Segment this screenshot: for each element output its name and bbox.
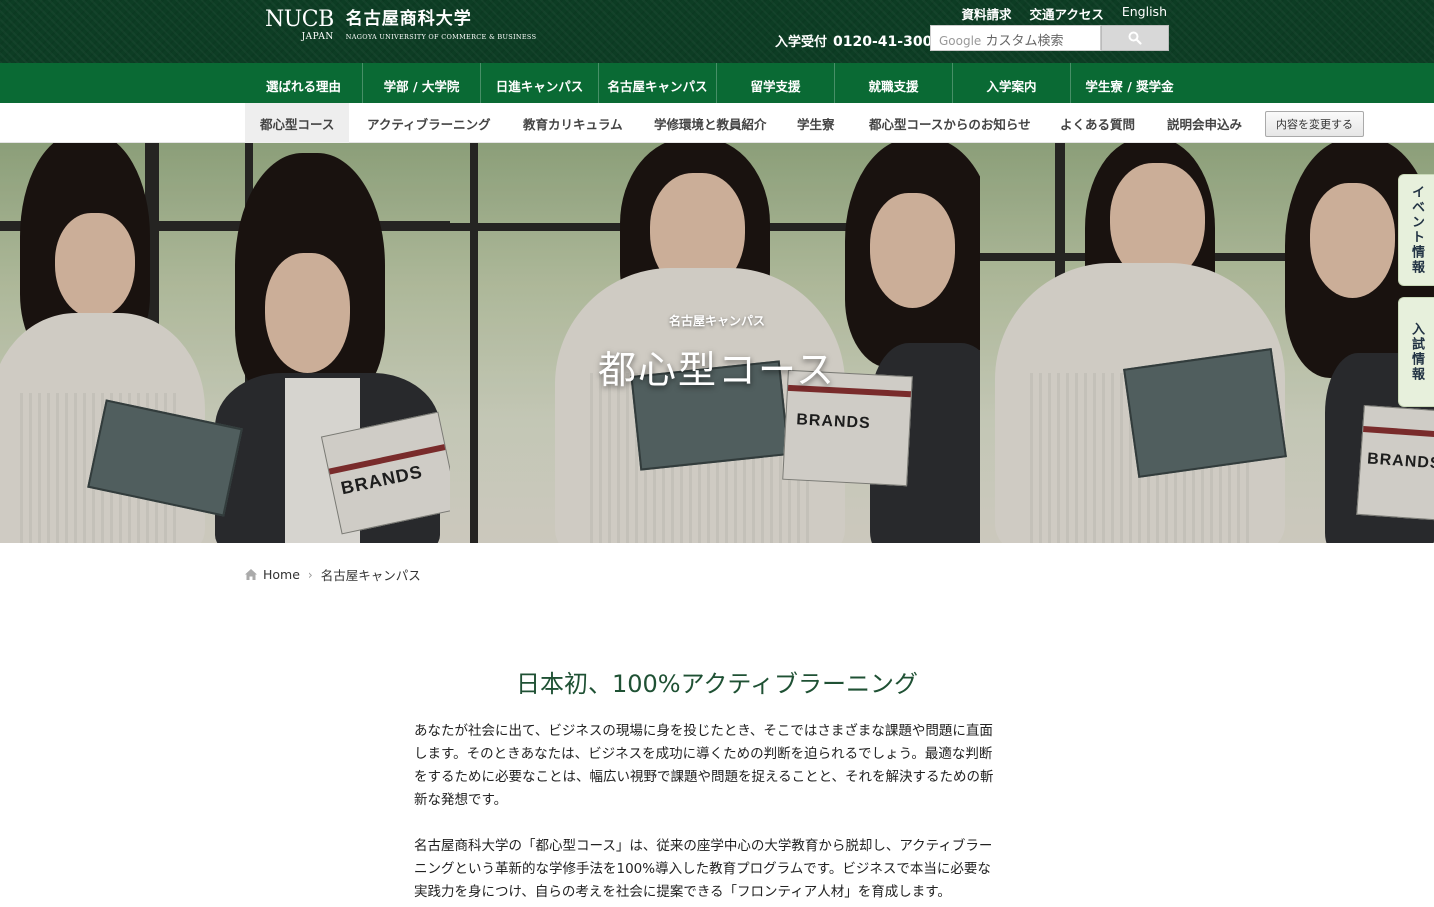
english-link[interactable]: English [1122,4,1167,23]
side-tab-admissions[interactable]: 入試情報 [1398,297,1434,407]
subnav-active-learning[interactable]: アクティブラーニング [367,103,491,143]
paragraph-line: します。そのときあなたは、ビジネスを成功に導くための判断を迫られるでしょう。最適… [414,746,993,762]
nav-nagoya-campus[interactable]: 名古屋キャンパス [598,63,716,103]
breadcrumb: Home › 名古屋キャンパス [245,565,421,584]
subnav-curriculum[interactable]: 教育カリキュラム [523,103,623,143]
hero-title: 都心型コース [597,348,837,392]
intro-paragraph-1: あなたが社会に出て、ビジネスの現場に身を投じたとき、そこではさまざまな課題や問題… [414,720,1024,812]
subnav-dormitory[interactable]: 学生寮 [797,103,835,143]
nav-study-abroad[interactable]: 留学支援 [716,63,834,103]
section-heading: 日本初、100%アクティブラーニング [516,670,918,698]
subnav-news[interactable]: 都心型コースからのお知らせ [869,103,1031,143]
nav-label: 名古屋キャンパス [607,78,708,94]
paragraph-line: 実践力を身につけ、自らの考えを社会に提案できる「フロンティア人材」を育成します。 [414,884,951,900]
breadcrumb-current: 名古屋キャンパス [320,568,421,583]
side-tab-label: イベント情報 [1409,185,1424,275]
nav-label: 学部 / 大学院 [383,78,460,94]
search-brand: Google [939,34,982,48]
paragraph-line: ニングという革新的な学修手法を100%導入した教育プログラムです。ビジネスで本当… [414,861,991,877]
nav-faculties[interactable]: 学部 / 大学院 [362,63,480,103]
logo-university-name: 名古屋商科大学 [345,9,472,29]
admissions-phone: 入学受付 0120-41-3006 [775,31,942,50]
nav-nisshin-campus[interactable]: 日進キャンパス [480,63,598,103]
paragraph-line: あなたが社会に出て、ビジネスの現場に身を投じたとき、そこではさまざまな課題や問題… [414,723,993,739]
nav-label: 入学案内 [986,78,1037,94]
search-button[interactable] [1101,25,1169,51]
search-icon [1128,31,1142,45]
logo-text: 名古屋商科大学 NAGOYA UNIVERSITY OF COMMERCE & … [346,8,537,42]
top-header: NUCB JAPAN 名古屋商科大学 NAGOYA UNIVERSITY OF … [0,0,1434,63]
search-box: Google カスタム検索 [930,25,1170,51]
subnav-environment-faculty[interactable]: 学修環境と教員紹介 [654,103,767,143]
nav-label: 留学支援 [750,78,801,94]
home-icon [245,569,257,580]
subnav-urban-course[interactable]: 都心型コース [245,103,350,143]
nav-label: 選ばれる理由 [265,78,341,94]
nav-dormitory-scholarship[interactable]: 学生寮 / 奨学金 [1070,63,1188,103]
nav-label: 日進キャンパス [495,78,584,94]
hero-subtitle: 名古屋キャンパス [668,314,765,328]
nav-why-chosen[interactable]: 選ばれる理由 [245,63,362,103]
paragraph-line: をするために必要なことは、幅広い視野で課題や問題を捉えることと、それを解決するた… [414,769,994,785]
logo-university-name-en: NAGOYA UNIVERSITY OF COMMERCE & BUSINESS [345,33,537,41]
paragraph-line: 名古屋商科大学の「都心型コース」は、従来の座学中心の大学教育から脱却し、アクティ… [414,838,993,854]
utility-links: 資料請求 交通アクセス English [943,4,1167,23]
nav-label: 就職支援 [868,78,919,94]
chevron-right-icon: › [307,567,313,582]
search-input[interactable]: Google カスタム検索 [930,25,1101,51]
subnav-info-session[interactable]: 説明会申込み [1167,103,1242,143]
subnav-faq[interactable]: よくある質問 [1060,103,1135,143]
side-tab-label: 入試情報 [1409,322,1424,382]
nav-career-support[interactable]: 就職支援 [834,63,952,103]
main-navigation: 選ばれる理由 学部 / 大学院 日進キャンパス 名古屋キャンパス 留学支援 就職… [0,63,1434,103]
change-content-button[interactable]: 内容を変更する [1265,111,1364,137]
nav-label: 学生寮 / 奨学金 [1085,78,1174,94]
site-logo[interactable]: NUCB JAPAN 名古屋商科大学 NAGOYA UNIVERSITY OF … [265,7,537,43]
nav-admissions[interactable]: 入学案内 [952,63,1070,103]
breadcrumb-home-link[interactable]: Home [263,567,300,582]
logo-mark: NUCB JAPAN [265,7,334,43]
logo-japan: JAPAN [301,32,334,42]
logo-nucb: NUCB [265,7,334,32]
side-tab-events[interactable]: イベント情報 [1398,174,1434,286]
sub-navigation: 都心型コース アクティブラーニング 教育カリキュラム 学修環境と教員紹介 学生寮… [0,103,1434,143]
search-placeholder: カスタム検索 [985,34,1064,49]
intro-paragraph-2: 名古屋商科大学の「都心型コース」は、従来の座学中心の大学教育から脱却し、アクティ… [414,835,1024,904]
paragraph-line: 新な発想です。 [414,792,508,808]
phone-number[interactable]: 0120-41-3006 [833,34,942,50]
access-link[interactable]: 交通アクセス [1029,4,1103,23]
request-materials-link[interactable]: 資料請求 [961,4,1011,23]
phone-label: 入学受付 [775,35,828,50]
hero-banner: BRANDS BRANDS BRANDS 名古屋キャンパス 都心型コース [0,143,1434,543]
